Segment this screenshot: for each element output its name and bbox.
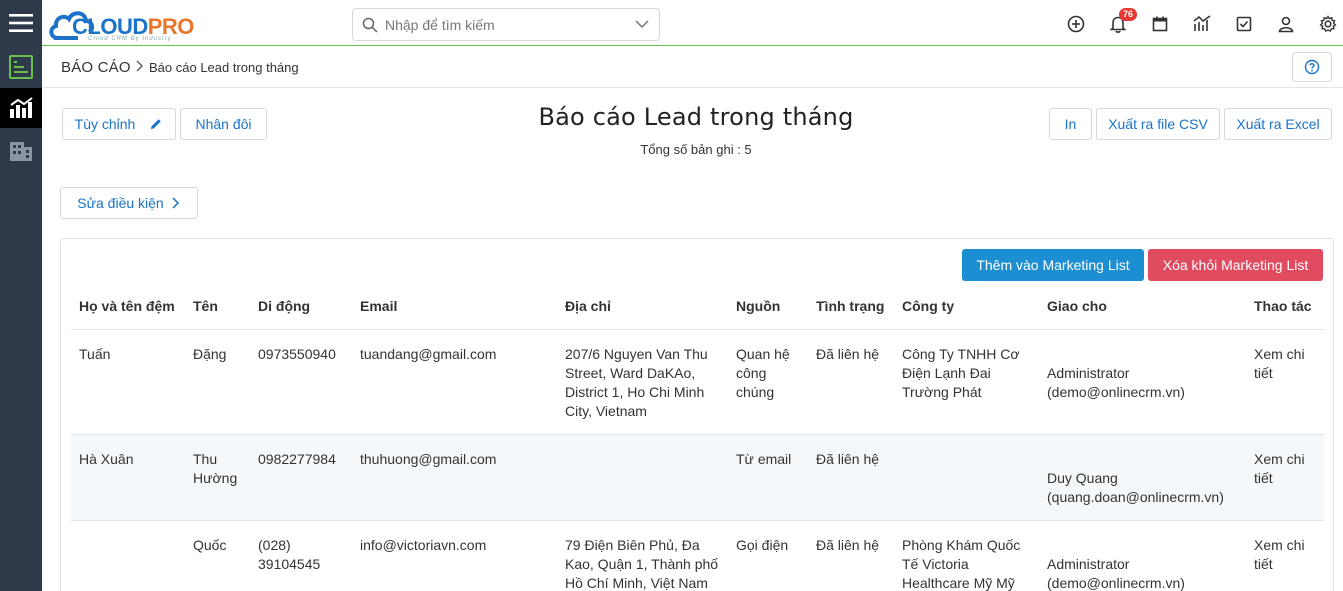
help-button[interactable]: [1292, 52, 1332, 82]
table-header-row: Họ và tên đệm Tên Di động Email Địa chỉ …: [71, 284, 1324, 330]
cell-first-name: Thu Hường: [185, 434, 250, 521]
task-checkbox-icon[interactable]: [1234, 14, 1254, 34]
cell-company: Phòng Khám Quốc Tế Victoria Healthcare M…: [894, 520, 1039, 591]
chevron-right-icon: [136, 60, 143, 72]
cell-address: [557, 434, 728, 521]
add-to-marketing-list-button[interactable]: Thêm vào Marketing List: [962, 249, 1144, 281]
duplicate-button[interactable]: Nhân đôi: [180, 108, 267, 140]
duplicate-label: Nhân đôi: [195, 116, 252, 132]
rail-building-icon[interactable]: [0, 131, 42, 171]
header-mobile[interactable]: Di động: [250, 284, 352, 330]
search-icon: [362, 17, 378, 33]
breadcrumb: BÁO CÁO Báo cáo Lead trong tháng: [42, 47, 1343, 88]
cell-company: Công Ty TNHH Cơ Điện Lạnh Đai Trường Phá…: [894, 329, 1039, 435]
rail-list-icon[interactable]: [0, 47, 42, 87]
cell-assigned-to: Administrator (demo@onlinecrm.vn): [1039, 329, 1246, 435]
user-profile-icon[interactable]: [1276, 14, 1296, 34]
top-header: CLOUDPRO Cloud CRM By Industry 76: [42, 0, 1343, 46]
cell-email: tuandang@gmail.com: [352, 329, 557, 435]
header-assigned-to[interactable]: Giao cho: [1039, 284, 1246, 330]
search-box[interactable]: [352, 8, 660, 41]
view-detail-link[interactable]: Xem chi tiết: [1246, 434, 1324, 521]
cell-middle-name: [71, 520, 185, 591]
cell-first-name: Quốc: [185, 520, 250, 591]
gear-icon[interactable]: [1318, 14, 1338, 34]
cell-assigned-to: Duy Quang (quang.doan@onlinecrm.vn): [1039, 434, 1246, 521]
header-actions: Thao tác: [1246, 284, 1324, 330]
left-rail: [0, 0, 42, 591]
header-status[interactable]: Tình trạng: [808, 284, 894, 330]
pencil-icon: [151, 119, 162, 129]
cell-mobile: 0973550940: [250, 329, 352, 435]
header-middle-name[interactable]: Họ và tên đệm: [71, 284, 185, 330]
header-email[interactable]: Email: [352, 284, 557, 330]
export-excel-button[interactable]: Xuất ra Excel: [1224, 108, 1332, 140]
breadcrumb-current: Báo cáo Lead trong tháng: [149, 60, 299, 75]
table-row: Hà Xuân Thu Hường 0982277984 thuhuong@gm…: [71, 434, 1324, 521]
cell-mobile: (028) 39104545: [250, 520, 352, 591]
header-source[interactable]: Nguồn: [728, 284, 808, 330]
table-row: Tuấn Đặng 0973550940 tuandang@gmail.com …: [71, 329, 1324, 435]
add-to-marketing-list-label: Thêm vào Marketing List: [976, 257, 1130, 273]
hamburger-menu-icon[interactable]: [0, 0, 42, 46]
edit-conditions-button[interactable]: Sửa điều kiện: [60, 187, 198, 219]
export-csv-button[interactable]: Xuất ra file CSV: [1096, 108, 1220, 140]
cell-source: Từ email: [728, 434, 808, 521]
lead-report-table: Họ và tên đệm Tên Di động Email Địa chỉ …: [71, 284, 1324, 591]
report-title: Báo cáo Lead trong tháng: [538, 103, 854, 131]
breadcrumb-root[interactable]: BÁO CÁO: [61, 59, 131, 76]
cell-middle-name: Hà Xuân: [71, 434, 185, 521]
cell-mobile: 0982277984: [250, 434, 352, 521]
header-address[interactable]: Địa chỉ: [557, 284, 728, 330]
cell-status: Đã liên hệ: [808, 434, 894, 521]
customize-button[interactable]: Tùy chỉnh: [62, 108, 176, 140]
view-detail-link[interactable]: Xem chi tiết: [1246, 329, 1324, 435]
cell-assigned-to: Administrator (demo@onlinecrm.vn): [1039, 520, 1246, 591]
logo-subtitle: Cloud CRM By Industry: [88, 36, 172, 42]
view-detail-link[interactable]: Xem chi tiết: [1246, 520, 1324, 591]
search-input[interactable]: [385, 9, 625, 40]
help-circle-icon: [1304, 59, 1320, 75]
report-card: Thêm vào Marketing List Xóa khỏi Marketi…: [60, 238, 1334, 591]
header-company[interactable]: Công ty: [894, 284, 1039, 330]
cell-address: 79 Điện Biên Phủ, Đa Kao, Quận 1, Thành …: [557, 520, 728, 591]
chevron-down-icon[interactable]: [635, 19, 649, 29]
header-first-name[interactable]: Tên: [185, 284, 250, 330]
rail-reports-icon[interactable]: [0, 88, 42, 128]
calendar-icon[interactable]: [1150, 14, 1170, 34]
cell-middle-name: Tuấn: [71, 329, 185, 435]
edit-conditions-label: Sửa điều kiện: [77, 195, 164, 211]
cloudpro-logo[interactable]: CLOUDPRO Cloud CRM By Industry: [48, 6, 208, 42]
chevron-right-icon: [172, 197, 179, 209]
cell-status: Đã liên hệ: [808, 329, 894, 435]
remove-from-marketing-list-label: Xóa khỏi Marketing List: [1162, 257, 1309, 273]
print-button[interactable]: In: [1049, 108, 1092, 140]
cell-source: Gọi điện: [728, 520, 808, 591]
cell-first-name: Đặng: [185, 329, 250, 435]
customize-label: Tùy chỉnh: [74, 116, 136, 132]
total-records: Tổng số bản ghi : 5: [640, 142, 752, 157]
cell-email: thuhuong@gmail.com: [352, 434, 557, 521]
notification-badge: 76: [1119, 8, 1138, 21]
cell-email: info@victoriavn.com: [352, 520, 557, 591]
analytics-chart-icon[interactable]: [1192, 14, 1212, 34]
add-circle-icon[interactable]: [1066, 14, 1086, 34]
export-csv-label: Xuất ra file CSV: [1108, 116, 1208, 132]
remove-from-marketing-list-button[interactable]: Xóa khỏi Marketing List: [1148, 249, 1323, 281]
print-label: In: [1064, 116, 1077, 132]
table-row: Quốc (028) 39104545 info@victoriavn.com …: [71, 520, 1324, 591]
cell-status: Đã liên hệ: [808, 520, 894, 591]
cell-company: [894, 434, 1039, 521]
cell-address: 207/6 Nguyen Van Thu Street, Ward DaKAo,…: [557, 329, 728, 435]
export-excel-label: Xuất ra Excel: [1236, 116, 1320, 132]
cell-source: Quan hệ công chúng: [728, 329, 808, 435]
